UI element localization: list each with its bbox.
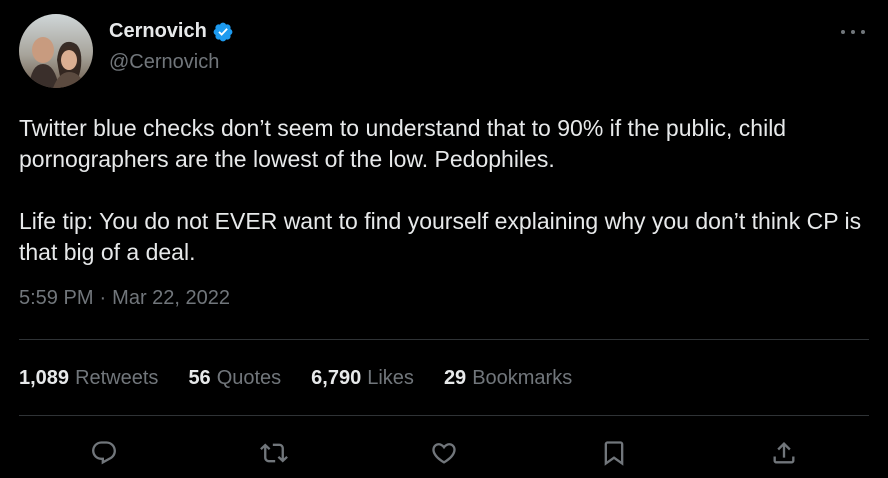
author-name-row[interactable]: Cernovich	[109, 20, 234, 43]
bookmarks-label: Bookmarks	[472, 367, 573, 389]
more-options-icon[interactable]	[841, 22, 865, 42]
tweet-time[interactable]: 5:59 PM	[19, 287, 93, 310]
dot	[841, 30, 845, 34]
tweet-text: Twitter blue checks don’t seem to unders…	[19, 113, 869, 268]
verified-badge-icon	[212, 21, 234, 43]
quotes-stat[interactable]: 56 Quotes	[188, 367, 281, 390]
tweet-date[interactable]: Mar 22, 2022	[112, 287, 230, 310]
likes-label: Likes	[367, 367, 414, 389]
retweet-icon	[260, 443, 288, 463]
likes-stat[interactable]: 6,790 Likes	[311, 367, 414, 390]
like-button[interactable]	[424, 433, 464, 473]
bookmark-icon	[604, 441, 624, 466]
author-handle[interactable]: @Cernovich	[109, 51, 219, 74]
tweet-paragraph: Life tip: You do not EVER want to find y…	[19, 208, 862, 265]
retweets-stat[interactable]: 1,089 Retweets	[19, 367, 158, 390]
tweet-timestamp[interactable]: 5:59 PM · Mar 22, 2022	[19, 287, 230, 310]
quotes-count: 56	[188, 367, 211, 389]
bookmarks-count: 29	[443, 367, 467, 389]
tweet-stats: 1,089 Retweets 56 Quotes 6,790 Likes 29 …	[19, 367, 602, 390]
reply-icon	[92, 441, 116, 465]
quotes-label: Quotes	[216, 367, 282, 389]
retweet-button[interactable]	[254, 433, 294, 473]
retweets-count: 1,089	[19, 367, 70, 389]
avatar[interactable]	[19, 14, 93, 88]
author-display-name[interactable]: Cernovich	[109, 20, 207, 43]
like-icon	[432, 443, 456, 464]
share-button[interactable]	[764, 433, 804, 473]
tweet-paragraph: Twitter blue checks don’t seem to unders…	[19, 115, 787, 172]
divider	[19, 339, 869, 340]
timestamp-separator: ·	[99, 287, 107, 309]
bookmarks-stat[interactable]: 29 Bookmarks	[444, 367, 572, 390]
likes-count: 6,790	[311, 367, 362, 389]
bookmark-button[interactable]	[594, 433, 634, 473]
divider	[19, 415, 869, 416]
reply-button[interactable]	[84, 433, 124, 473]
share-icon	[773, 442, 795, 464]
tweet-action-bar	[0, 433, 888, 473]
retweets-label: Retweets	[75, 367, 159, 389]
dot	[861, 30, 865, 34]
dot	[851, 30, 855, 34]
